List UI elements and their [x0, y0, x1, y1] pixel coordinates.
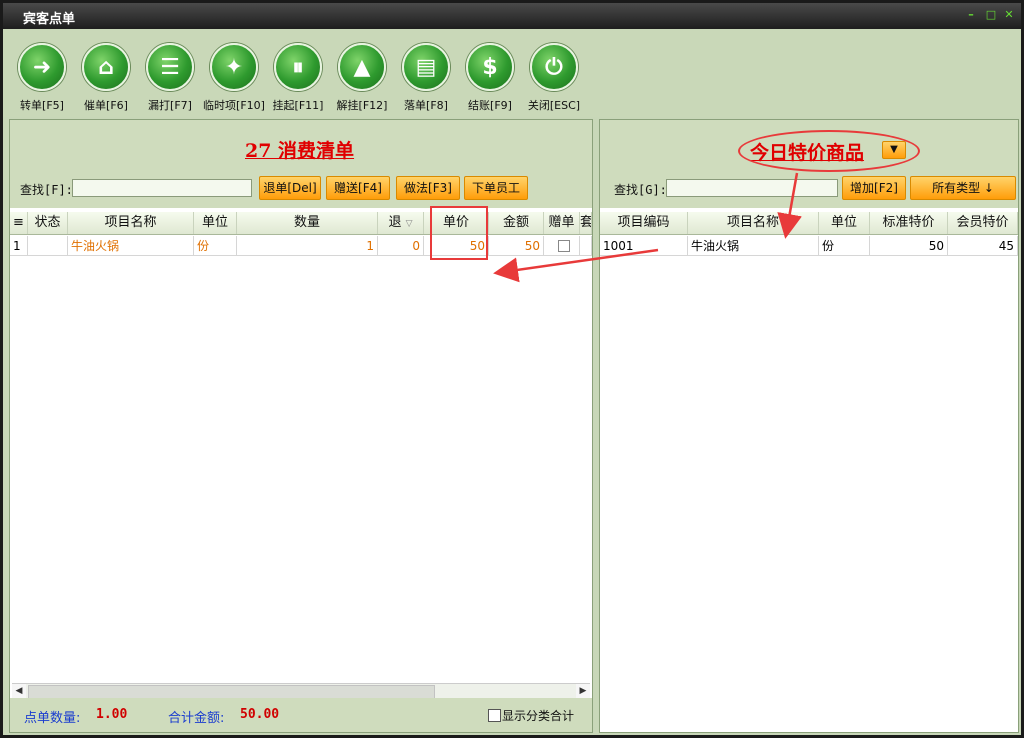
annotation-arrows	[493, 172, 802, 283]
arrow-left	[493, 248, 659, 283]
app-window: 宾客点单 – □ ✕ ➜ 转单[F5] ⌂ 催单[F6] ☰ 漏打[F7] ✦ 临时项[F10…	[0, 0, 1024, 738]
arrow-down	[777, 172, 802, 239]
